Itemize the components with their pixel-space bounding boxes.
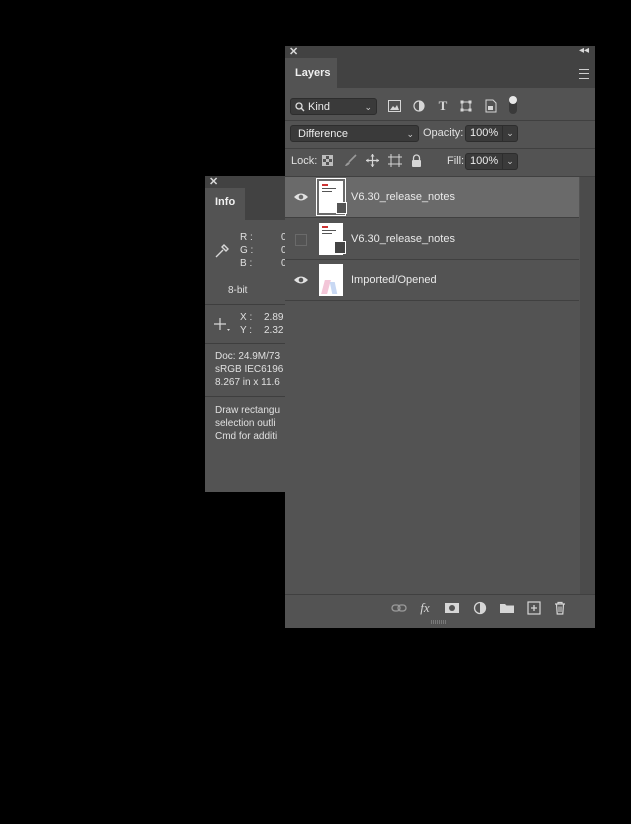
fx-icon[interactable]: fx [417, 600, 433, 616]
bit-depth: 8-bit [228, 285, 248, 296]
tool-hint-line: Draw rectangu [215, 405, 281, 416]
resize-grip[interactable] [431, 620, 447, 624]
thumbnail-detail [322, 230, 336, 231]
opacity-dropdown-button[interactable]: ⌄ [503, 125, 518, 142]
tab-layers[interactable]: Layers [285, 58, 337, 88]
new-adjustment-layer-icon[interactable] [472, 600, 488, 616]
b-label: B : [240, 258, 253, 269]
smart-object-badge-icon [336, 202, 347, 214]
lock-image-pixels-icon[interactable] [344, 154, 357, 167]
lock-all-icon[interactable] [411, 154, 422, 167]
visibility-eye-icon[interactable] [293, 274, 309, 286]
blend-mode-dropdown[interactable]: Difference ⌄ [290, 125, 419, 142]
fill-dropdown-button[interactable]: ⌄ [503, 153, 518, 170]
divider [205, 304, 287, 305]
tab-info[interactable]: Info [205, 188, 245, 220]
layer-name[interactable]: V6.30_release_notes [351, 191, 455, 203]
smart-object-badge-icon [334, 241, 346, 254]
visibility-eye-icon[interactable] [293, 191, 309, 203]
crosshair-icon [214, 318, 230, 331]
panel-menu-icon[interactable] [579, 69, 589, 79]
filter-kind-label: Kind [308, 101, 331, 113]
opacity-label: Opacity: [423, 127, 464, 139]
opacity-input[interactable]: 100% [465, 125, 503, 142]
collapse-icon[interactable]: ◂◂ [579, 45, 589, 56]
layer-row-selected[interactable]: V6.30_release_notes [285, 177, 579, 218]
r-label: R : [240, 232, 253, 243]
thumbnail-detail [322, 188, 336, 189]
divider [285, 120, 595, 121]
doc-dimensions: 8.267 in x 11.6 [215, 377, 280, 388]
chevron-down-icon: ⌄ [406, 129, 414, 139]
lock-transparent-pixels-icon[interactable] [322, 155, 333, 166]
new-group-folder-icon[interactable] [499, 600, 515, 616]
lock-artboard-icon[interactable] [388, 154, 402, 167]
lock-position-icon[interactable] [366, 154, 379, 167]
doc-size: Doc: 24.9M/73 [215, 351, 281, 362]
delete-layer-trash-icon[interactable] [552, 600, 568, 616]
thumbnail-detail [322, 184, 328, 186]
add-mask-icon[interactable] [444, 600, 460, 616]
tool-hint-line: selection outli [215, 418, 276, 429]
divider [205, 343, 287, 344]
layer-row[interactable]: Imported/Opened [285, 260, 579, 301]
y-value: 2.32 [264, 325, 284, 336]
layers-scrollbar[interactable] [580, 177, 595, 597]
x-label: X : [240, 312, 253, 323]
chevron-down-icon: ⌄ [364, 102, 372, 112]
divider [205, 396, 287, 397]
toggle-knob [509, 96, 517, 104]
y-label: Y : [240, 325, 253, 336]
filter-toggle-switch[interactable] [509, 96, 517, 114]
thumbnail-detail [322, 233, 332, 234]
visibility-toggle-empty[interactable] [295, 234, 307, 246]
layers-bottom-toolbar: fx [285, 594, 595, 621]
info-tab-row: Info [205, 188, 287, 220]
fill-label: Fill: [447, 155, 465, 167]
x-value: 2.89 [264, 312, 284, 323]
blend-mode-value: Difference [298, 128, 348, 140]
info-panel-titlebar: ✕ [205, 176, 287, 188]
thumbnail-detail [329, 282, 338, 294]
smart-object-filter-icon[interactable] [485, 99, 497, 113]
color-profile: sRGB IEC6196 [215, 364, 284, 375]
shape-layer-filter-icon[interactable] [460, 100, 472, 112]
thumbnail-detail [322, 191, 332, 192]
search-icon [295, 102, 305, 112]
fill-input[interactable]: 100% [465, 153, 503, 170]
layer-row[interactable]: V6.30_release_notes [285, 219, 579, 260]
layer-name[interactable]: Imported/Opened [351, 274, 437, 286]
link-layers-icon[interactable] [391, 600, 407, 616]
pixel-layer-filter-icon[interactable] [388, 100, 401, 112]
g-label: G : [240, 245, 254, 256]
filter-kind-dropdown[interactable]: Kind ⌄ [290, 98, 377, 115]
lock-label: Lock: [291, 155, 318, 167]
close-icon[interactable]: ✕ [209, 176, 218, 188]
new-layer-icon[interactable] [526, 600, 542, 616]
adjustment-layer-filter-icon[interactable] [413, 100, 425, 112]
thumbnail-detail [322, 226, 328, 228]
type-layer-filter-icon[interactable]: T [436, 99, 450, 113]
tool-hint-line: Cmd for additi [215, 431, 278, 442]
layers-panel: ✕ ◂◂ Layers Kind ⌄ T Difference ⌄ Opacit… [285, 45, 595, 628]
info-panel: ✕ Info R : G : B : 0 0 0 8-bit X : Y : 2… [205, 176, 287, 492]
close-icon[interactable]: ✕ [289, 45, 298, 58]
layers-tab-row: Layers [285, 58, 595, 88]
layer-name[interactable]: V6.30_release_notes [351, 233, 455, 245]
divider [285, 148, 595, 149]
eyedropper-icon [215, 244, 229, 258]
layer-thumbnail [319, 264, 343, 296]
layers-panel-titlebar: ✕ ◂◂ [285, 45, 595, 58]
